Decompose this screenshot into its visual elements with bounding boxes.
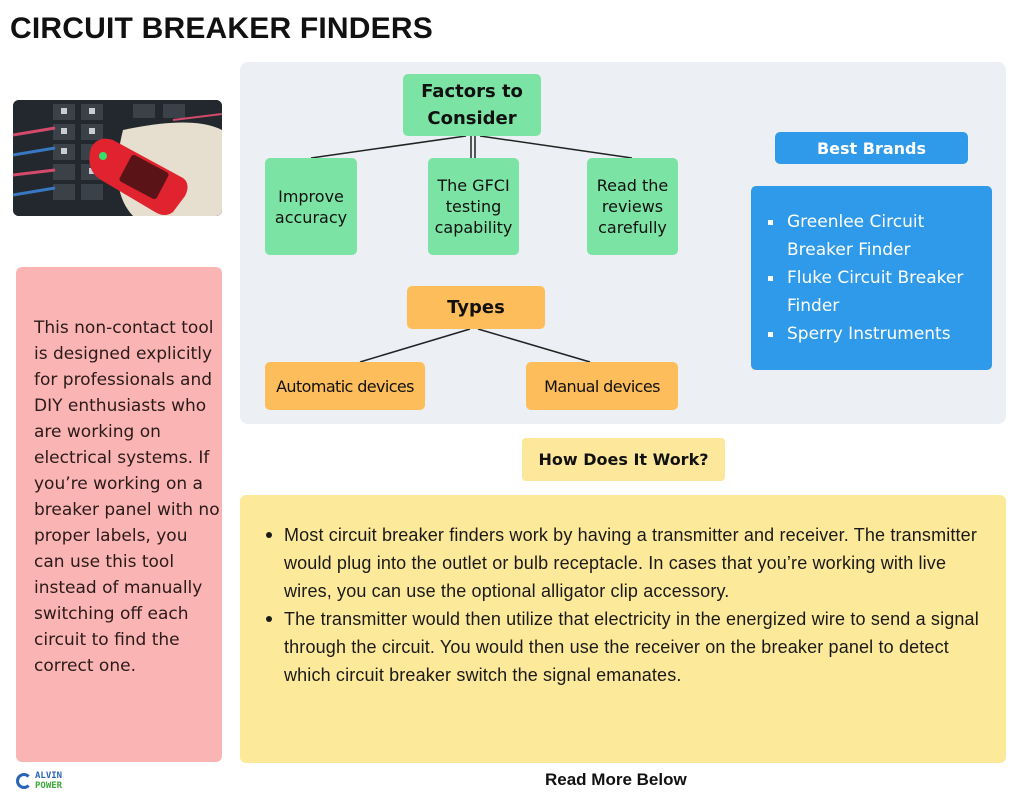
type-node-manual: Manual devices: [526, 362, 678, 410]
how-item: The transmitter would then utilize that …: [262, 605, 992, 689]
galvin-power-logo: ALVIN POWER: [16, 771, 96, 793]
factor-node-read-reviews: Read the reviews carefully: [587, 158, 678, 255]
logo-text-line1: ALVIN: [35, 771, 63, 781]
factor-node-gfci-testing: The GFCI testing capability: [428, 158, 519, 255]
intro-text: This non-contact tool is designed explic…: [34, 318, 220, 676]
page-title: CIRCUIT BREAKER FINDERS: [10, 12, 433, 45]
factors-heading-node: Factors to Consider: [403, 74, 541, 136]
read-more-link[interactable]: Read More Below: [545, 770, 687, 790]
types-heading-node: Types: [407, 286, 545, 329]
brand-item: Fluke Circuit Breaker Finder: [765, 264, 980, 320]
how-it-works-list: Most circuit breaker finders work by hav…: [262, 521, 992, 689]
how-it-works-heading: How Does It Work?: [522, 438, 725, 481]
type-node-automatic: Automatic devices: [265, 362, 425, 410]
brands-list-card: Greenlee Circuit Breaker Finder Fluke Ci…: [751, 186, 992, 370]
intro-card: This non-contact tool is designed explic…: [16, 267, 222, 762]
how-it-works-card: Most circuit breaker finders work by hav…: [240, 495, 1006, 763]
logo-text-line2: POWER: [35, 781, 63, 791]
how-item: Most circuit breaker finders work by hav…: [262, 521, 992, 605]
brand-item: Greenlee Circuit Breaker Finder: [765, 208, 980, 264]
brand-item: Sperry Instruments: [765, 320, 980, 348]
logo-g-icon: [16, 773, 32, 789]
brands-list: Greenlee Circuit Breaker Finder Fluke Ci…: [765, 208, 980, 348]
breaker-finder-photo: [13, 100, 222, 216]
factor-node-improve-accuracy: Improve accuracy: [265, 158, 357, 255]
photo-illustration: [13, 100, 222, 216]
brands-heading: Best Brands: [775, 132, 968, 164]
